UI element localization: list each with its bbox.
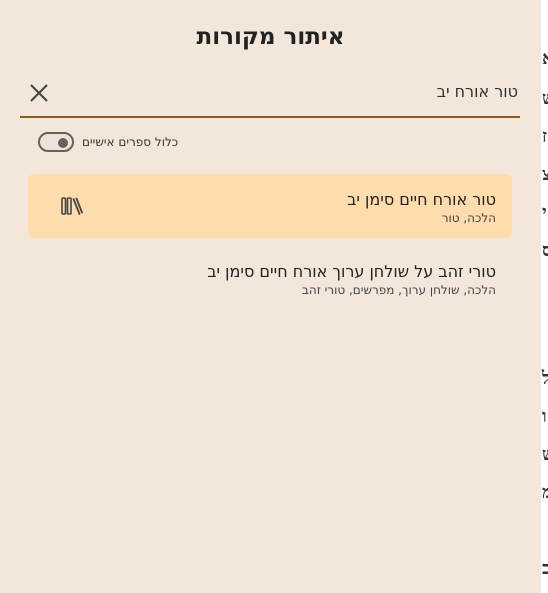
result-subtitle: הלכה, שולחן ערוך, מפרשים, טורי זהב [301, 283, 496, 297]
include-personal-books-toggle[interactable] [38, 132, 74, 152]
find-source-dialog: איתור מקורות כלול ספרים אישיים טור אורח … [0, 0, 541, 593]
close-icon[interactable] [28, 82, 50, 104]
result-title: טורי זהב על שולחן ערוך אורח חיים סימן יב [207, 262, 496, 281]
include-personal-books-row: כלול ספרים אישיים [38, 130, 178, 154]
result-item[interactable]: טורי זהב על שולחן ערוך אורח חיים סימן יב… [28, 246, 512, 310]
search-input[interactable] [88, 78, 518, 104]
toggle-knob [58, 138, 68, 148]
books-icon [61, 196, 83, 216]
result-title: טור אורח חיים סימן יב [347, 190, 496, 209]
toggle-label: כלול ספרים אישיים [82, 135, 179, 149]
dialog-title: איתור מקורות [196, 24, 345, 50]
background-text-strip: א ש ז צ י ס ל ו ש מ ב [541, 0, 548, 593]
search-field [20, 70, 520, 118]
result-subtitle: הלכה, טור [441, 211, 496, 225]
result-item[interactable]: טור אורח חיים סימן יב הלכה, טור [28, 174, 512, 238]
